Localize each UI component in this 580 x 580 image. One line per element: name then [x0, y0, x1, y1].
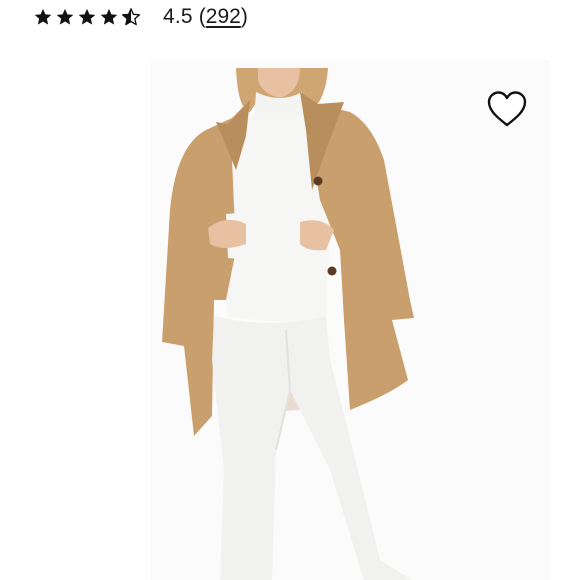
star-full-icon: [78, 8, 96, 25]
close-paren: ): [240, 5, 248, 28]
star-full-icon: [56, 8, 74, 25]
star-full-icon: [100, 8, 118, 25]
rating-stars: [33, 7, 141, 27]
star-half-icon: [122, 8, 140, 26]
product-page: 4.5 (292): [0, 0, 580, 580]
star-full-icon: [34, 8, 52, 25]
product-rating[interactable]: 4.5 (292): [33, 2, 248, 32]
review-count-link[interactable]: 292: [206, 5, 241, 28]
model-illustration: [150, 60, 550, 580]
rating-value: 4.5: [163, 5, 193, 28]
product-photo[interactable]: [0, 60, 580, 580]
heart-outline-icon[interactable]: [486, 89, 528, 129]
review-count[interactable]: (292): [199, 5, 248, 29]
open-paren: (: [198, 5, 206, 28]
